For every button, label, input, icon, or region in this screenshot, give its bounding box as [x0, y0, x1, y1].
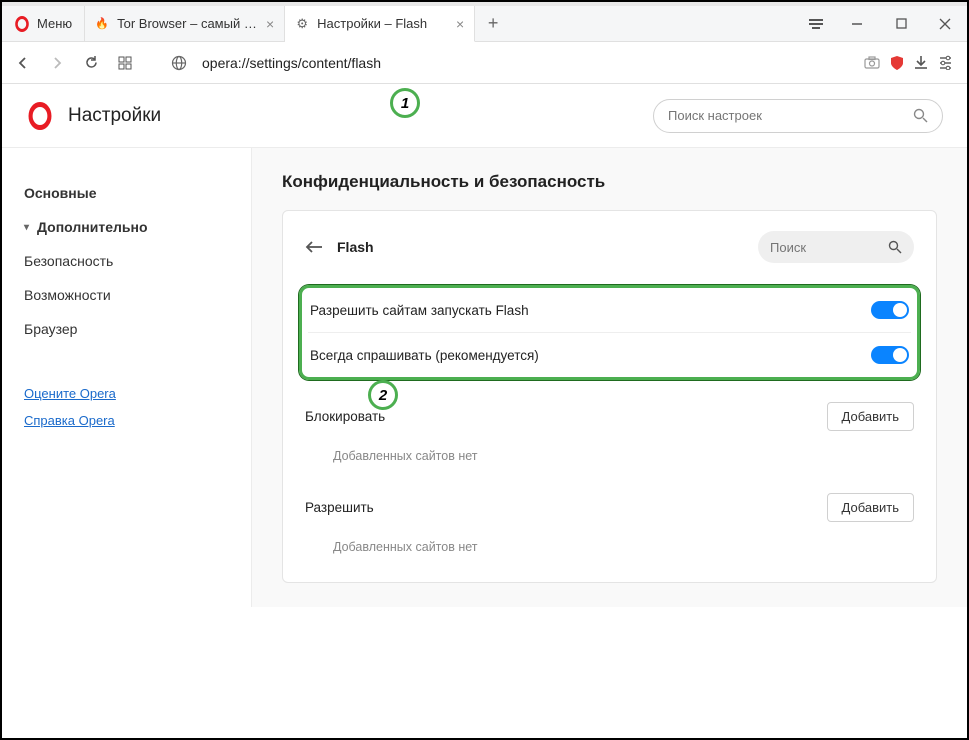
gear-favicon-icon: ⚙: [295, 17, 309, 31]
block-list-section: Блокировать Добавить Добавленных сайтов …: [305, 402, 914, 471]
close-icon: [939, 18, 951, 30]
minimize-icon: [851, 18, 863, 30]
annotation-marker-2: 2: [368, 380, 398, 410]
adblock-button[interactable]: [890, 55, 904, 71]
toggle-switch[interactable]: [871, 301, 909, 319]
sidebar-link-help[interactable]: Справка Opera: [24, 407, 229, 434]
chevron-left-icon: [16, 56, 30, 70]
easy-setup-right-button[interactable]: [938, 55, 953, 70]
sidebar-item-features[interactable]: Возможности: [24, 278, 229, 312]
sidebar-advanced-label: Дополнительно: [37, 219, 147, 235]
settings-search-input[interactable]: [668, 108, 888, 123]
block-empty-text: Добавленных сайтов нет: [305, 431, 914, 471]
allow-title: Разрешить: [305, 500, 374, 515]
sidebar-item-security[interactable]: Безопасность: [24, 244, 229, 278]
chevron-down-icon: ▾: [24, 222, 29, 233]
reload-icon: [84, 55, 99, 70]
tab-tor-browser[interactable]: 🔥 Tor Browser – самый защи ×: [85, 6, 285, 41]
search-icon: [913, 108, 928, 123]
highlight-annotation: Разрешить сайтам запускать Flash Всегда …: [299, 285, 920, 380]
sidebar-item-basic[interactable]: Основные: [24, 176, 229, 210]
reload-button[interactable]: [78, 50, 104, 76]
downloads-button[interactable]: [914, 55, 928, 70]
speed-dial-button[interactable]: [112, 50, 138, 76]
toggle-label: Всегда спрашивать (рекомендуется): [310, 348, 539, 363]
shield-icon: [890, 55, 904, 71]
allow-empty-text: Добавленных сайтов нет: [305, 522, 914, 562]
tab-label: Настройки – Flash: [317, 16, 448, 31]
tab-settings-flash[interactable]: ⚙ Настройки – Flash ×: [285, 6, 475, 42]
maximize-icon: [896, 18, 907, 29]
grid-icon: [118, 56, 132, 70]
site-info-icon[interactable]: [166, 50, 192, 76]
tor-favicon-icon: 🔥: [95, 17, 109, 31]
allow-list-section: Разрешить Добавить Добавленных сайтов не…: [305, 493, 914, 562]
nav-forward-button[interactable]: [44, 50, 70, 76]
toggle-allow-flash: Разрешить сайтам запускать Flash: [308, 288, 911, 332]
allow-add-button[interactable]: Добавить: [827, 493, 914, 522]
window-minimize-button[interactable]: [835, 6, 879, 41]
block-title: Блокировать: [305, 409, 385, 424]
annotation-marker-1: 1: [390, 88, 420, 118]
opera-logo-large-icon: [26, 102, 54, 130]
arrow-left-icon: [305, 240, 323, 254]
close-tab-icon[interactable]: ×: [266, 16, 274, 32]
settings-header: Настройки: [2, 84, 967, 148]
sidebar-item-browser[interactable]: Браузер: [24, 312, 229, 346]
toggle-always-ask: Всегда спрашивать (рекомендуется): [308, 332, 911, 377]
marker-num: 2: [379, 387, 387, 404]
easy-setup-button[interactable]: [797, 6, 835, 41]
window-maximize-button[interactable]: [879, 6, 923, 41]
download-icon: [914, 55, 928, 70]
sidebar-link-rate[interactable]: Оцените Opera: [24, 380, 229, 407]
tab-label: Tor Browser – самый защи: [117, 16, 258, 31]
card-title: Flash: [337, 239, 374, 255]
menu-label: Меню: [37, 16, 72, 31]
card-search[interactable]: [758, 231, 914, 263]
opera-logo-icon: [14, 16, 30, 32]
titlebar: Меню 🔥 Tor Browser – самый защи × ⚙ Наст…: [2, 6, 967, 42]
close-tab-icon[interactable]: ×: [456, 16, 464, 32]
section-heading: Конфиденциальность и безопасность: [282, 172, 937, 192]
sidebar-item-advanced[interactable]: ▾ Дополнительно: [24, 210, 229, 244]
toggle-label: Разрешить сайтам запускать Flash: [310, 303, 529, 318]
menu-button[interactable]: Меню: [2, 6, 85, 41]
nav-back-button[interactable]: [10, 50, 36, 76]
chevron-right-icon: [50, 56, 64, 70]
block-add-button[interactable]: Добавить: [827, 402, 914, 431]
card-search-input[interactable]: [770, 240, 880, 255]
settings-search[interactable]: [653, 99, 943, 133]
address-bar: opera://settings/content/flash: [2, 42, 967, 84]
page-title: Настройки: [68, 105, 161, 127]
sliders-icon: [938, 55, 953, 70]
globe-icon: [171, 55, 187, 71]
settings-content: Конфиденциальность и безопасность Flash: [252, 148, 967, 607]
camera-icon: [864, 56, 880, 69]
toggle-switch[interactable]: [871, 346, 909, 364]
new-tab-button[interactable]: +: [475, 6, 511, 41]
snapshot-button[interactable]: [864, 56, 880, 69]
window-close-button[interactable]: [923, 6, 967, 41]
url-field[interactable]: opera://settings/content/flash: [200, 55, 381, 71]
search-icon: [888, 240, 902, 254]
settings-sidebar: Основные ▾ Дополнительно Безопасность Во…: [2, 148, 252, 607]
marker-num: 1: [401, 95, 409, 112]
card-back-button[interactable]: [305, 240, 323, 254]
